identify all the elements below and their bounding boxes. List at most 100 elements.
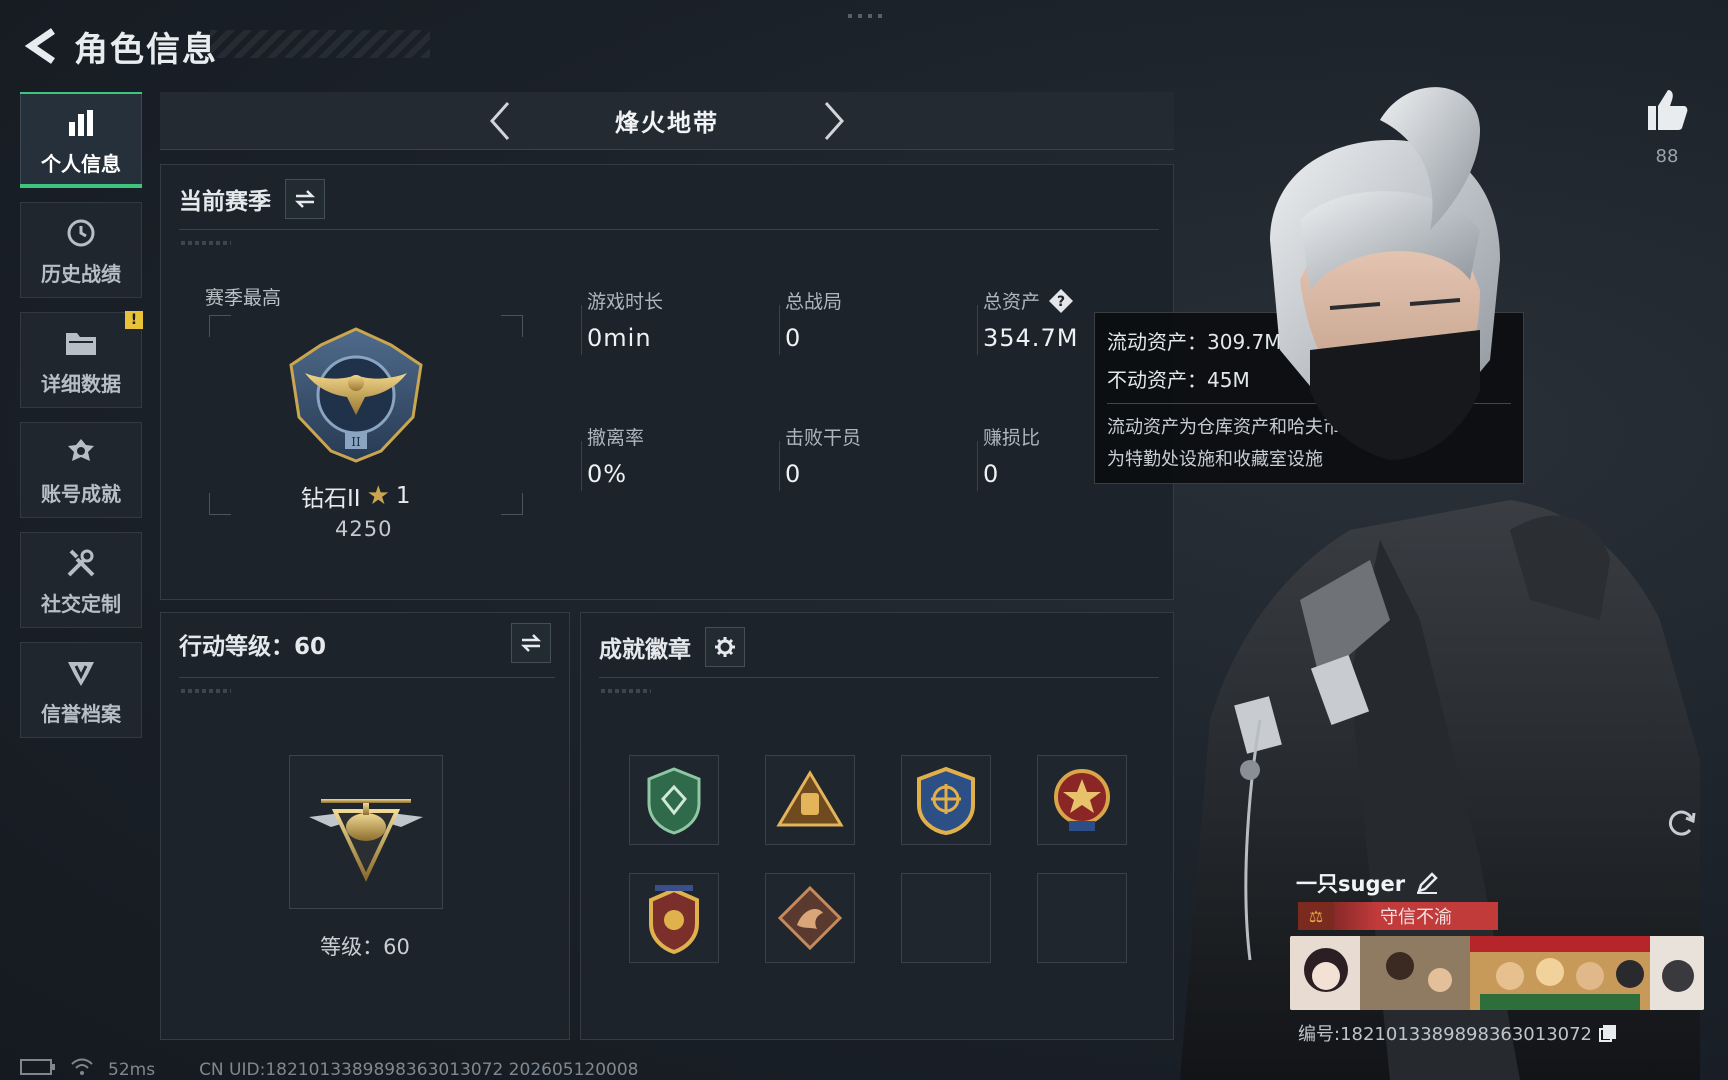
- divider-dots: [181, 241, 231, 245]
- stat-extraction-rate: 撤离率 0%: [587, 427, 645, 488]
- rank-name: 钻石II ★ 1: [301, 479, 411, 513]
- copy-icon[interactable]: [1598, 1023, 1618, 1043]
- divider: [581, 441, 582, 491]
- helicopter-emblem-icon: [309, 799, 423, 882]
- season-panel: 当前赛季 赛季最高 II 钻石II ★ 1 4250 游戏时长 0min 总战局…: [160, 164, 1174, 600]
- achievement-badges-panel: 成就徽章: [580, 612, 1174, 1040]
- scale-icon: ⚖: [1298, 902, 1334, 930]
- divider: [179, 677, 555, 678]
- mode-next-icon[interactable]: [809, 96, 859, 146]
- stat-profit-ratio: 赚损比 0: [983, 427, 1041, 488]
- sidebar-item-personal-info[interactable]: 个人信息: [20, 92, 142, 188]
- badge-slot-5[interactable]: [629, 873, 719, 963]
- uid-text: CN UID:1821013389898363013072 2026051200…: [199, 1059, 639, 1080]
- sidebar: 个人信息 历史战绩 ! 详细数据 账号成就 社交定制 信誉档案: [20, 92, 144, 752]
- divider: [599, 677, 1159, 678]
- badge-slot-empty[interactable]: [1037, 873, 1127, 963]
- season-title: 当前赛季: [179, 189, 271, 215]
- status-bar: 52ms CN UID:1821013389898363013072 20260…: [20, 1058, 638, 1080]
- rank-tier: 钻石II: [301, 486, 361, 512]
- battery-icon: [20, 1058, 56, 1080]
- dragon-badge-icon: [777, 885, 843, 951]
- badge-settings-button[interactable]: [705, 627, 745, 667]
- badge-slot-empty[interactable]: [901, 873, 991, 963]
- diamond-rank-emblem-icon: II: [281, 325, 431, 465]
- green-shield-badge-icon: [647, 767, 701, 835]
- sidebar-item-credit[interactable]: 信誉档案: [20, 642, 142, 738]
- page-title: 角色信息: [74, 29, 218, 70]
- sidebar-item-label: 详细数据: [41, 371, 121, 396]
- badge-slot-4[interactable]: [1037, 755, 1127, 845]
- divider: [779, 441, 780, 491]
- stat-play-time: 游戏时长 0min: [587, 291, 664, 352]
- stat-kills: 击败干员 0: [785, 427, 862, 488]
- bar-chart-icon: [66, 104, 96, 142]
- stat-total-assets: 总资产 ? 354.7M: [983, 287, 1078, 352]
- badge-slot-3[interactable]: [901, 755, 991, 845]
- swap-icon: [294, 190, 316, 208]
- swap-icon: [520, 634, 542, 652]
- player-banner[interactable]: [1290, 936, 1704, 1010]
- sidebar-item-history[interactable]: 历史战绩: [20, 202, 142, 298]
- svg-text:II: II: [351, 435, 361, 449]
- badge-slot-1[interactable]: [629, 755, 719, 845]
- svg-text:?: ?: [1057, 294, 1065, 310]
- divider-dots: [181, 689, 231, 693]
- top-handle: [848, 14, 882, 18]
- divider: [977, 305, 978, 355]
- header: 角色信息: [18, 18, 218, 74]
- sidebar-item-label: 账号成就: [41, 481, 121, 506]
- action-level-title: 行动等级：60: [179, 634, 327, 660]
- gold-triangle-badge-icon: [776, 770, 844, 827]
- folder-icon: [64, 324, 98, 362]
- player-name: 一只suger: [1296, 868, 1439, 898]
- sidebar-item-achievements[interactable]: 账号成就: [20, 422, 142, 518]
- title-decoration: [210, 30, 430, 58]
- divider: [179, 229, 1159, 230]
- player-id: 编号:1821013389898363013072: [1298, 1020, 1618, 1046]
- player-name-text: 一只suger: [1296, 872, 1406, 896]
- stat-total-matches: 总战局 0: [785, 291, 843, 352]
- history-icon: [65, 214, 97, 252]
- rank-label: 赛季最高: [205, 287, 282, 309]
- ping-text: 52ms: [108, 1059, 156, 1080]
- swap-season-button[interactable]: [285, 179, 325, 219]
- sidebar-item-label: 社交定制: [41, 591, 121, 616]
- divider: [779, 305, 780, 355]
- player-id-text: 编号:1821013389898363013072: [1298, 1024, 1593, 1045]
- divider: [581, 305, 582, 355]
- winged-badge-icon: [649, 885, 699, 954]
- edit-pencil-icon[interactable]: [1415, 871, 1439, 895]
- back-arrow-icon[interactable]: [18, 24, 62, 68]
- sidebar-item-detail-data[interactable]: ! 详细数据: [20, 311, 143, 408]
- sidebar-item-label: 历史战绩: [41, 261, 121, 286]
- rotate-icon[interactable]: [1664, 806, 1698, 840]
- sidebar-item-social[interactable]: 社交定制: [20, 532, 142, 628]
- warning-badge: !: [125, 311, 143, 329]
- badges-title: 成就徽章: [599, 637, 691, 663]
- thumbs-up-icon[interactable]: [1642, 86, 1690, 134]
- badge-slot-6[interactable]: [765, 873, 855, 963]
- divider-dots: [601, 689, 651, 693]
- credit-shield-icon: [66, 654, 96, 692]
- swap-level-button[interactable]: [511, 623, 551, 663]
- wifi-icon: [70, 1058, 94, 1080]
- player-title-tag[interactable]: ⚖ 守信不渝: [1298, 902, 1498, 930]
- compass-badge-icon: [917, 766, 975, 835]
- rank-score: 4250: [335, 517, 393, 541]
- help-icon[interactable]: ?: [1048, 288, 1074, 314]
- title-tag-text: 守信不渝: [1380, 907, 1452, 928]
- mode-title: 烽火地带: [615, 109, 719, 137]
- level-text: 等级：60: [320, 935, 410, 959]
- action-level-panel: 行动等级：60 等级：60: [160, 612, 570, 1040]
- mode-selector: 烽火地带: [160, 92, 1174, 150]
- sidebar-item-label: 个人信息: [41, 151, 121, 176]
- divider: [977, 441, 978, 491]
- badge-slot-2[interactable]: [765, 755, 855, 845]
- achievement-icon: [66, 434, 96, 472]
- mode-prev-icon[interactable]: [475, 96, 525, 146]
- star-icon: ★: [366, 481, 390, 511]
- sidebar-item-label: 信誉档案: [41, 701, 121, 726]
- tools-icon: [65, 544, 97, 582]
- rank-stars: 1: [395, 483, 411, 509]
